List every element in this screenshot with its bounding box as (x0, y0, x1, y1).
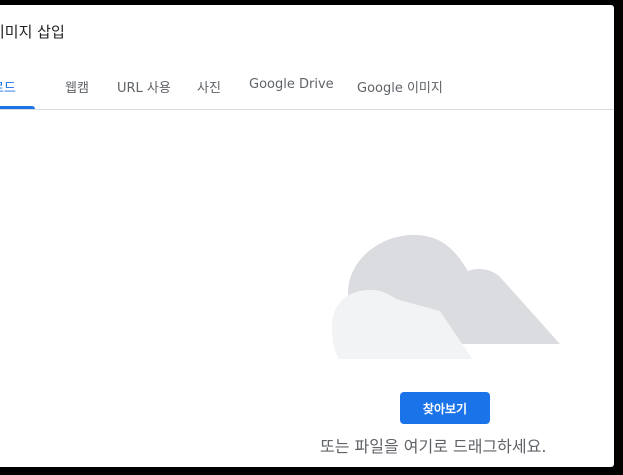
tab-google-images[interactable]: Google 이미지 (357, 77, 443, 96)
cloud-icon (330, 231, 562, 360)
tab-google-drive[interactable]: Google Drive (249, 77, 334, 92)
tab-webcam[interactable]: 웹캠 (65, 77, 89, 96)
tab-url[interactable]: URL 사용 (117, 77, 171, 96)
tab-bar: 업로드 웹캠 URL 사용 사진 Google Drive Google 이미지 (0, 63, 614, 110)
tab-upload[interactable]: 업로드 (0, 77, 16, 96)
active-tab-indicator (0, 106, 35, 109)
insert-image-dialog: 이미지 삽입 업로드 웹캠 URL 사용 사진 Google Drive Goo… (0, 5, 614, 467)
drag-drop-hint: 또는 파일을 여기로 드래그하세요. (320, 437, 547, 456)
tab-photos[interactable]: 사진 (197, 77, 221, 96)
dialog-title: 이미지 삽입 (0, 23, 65, 41)
browse-button[interactable]: 찾아보기 (400, 392, 490, 424)
